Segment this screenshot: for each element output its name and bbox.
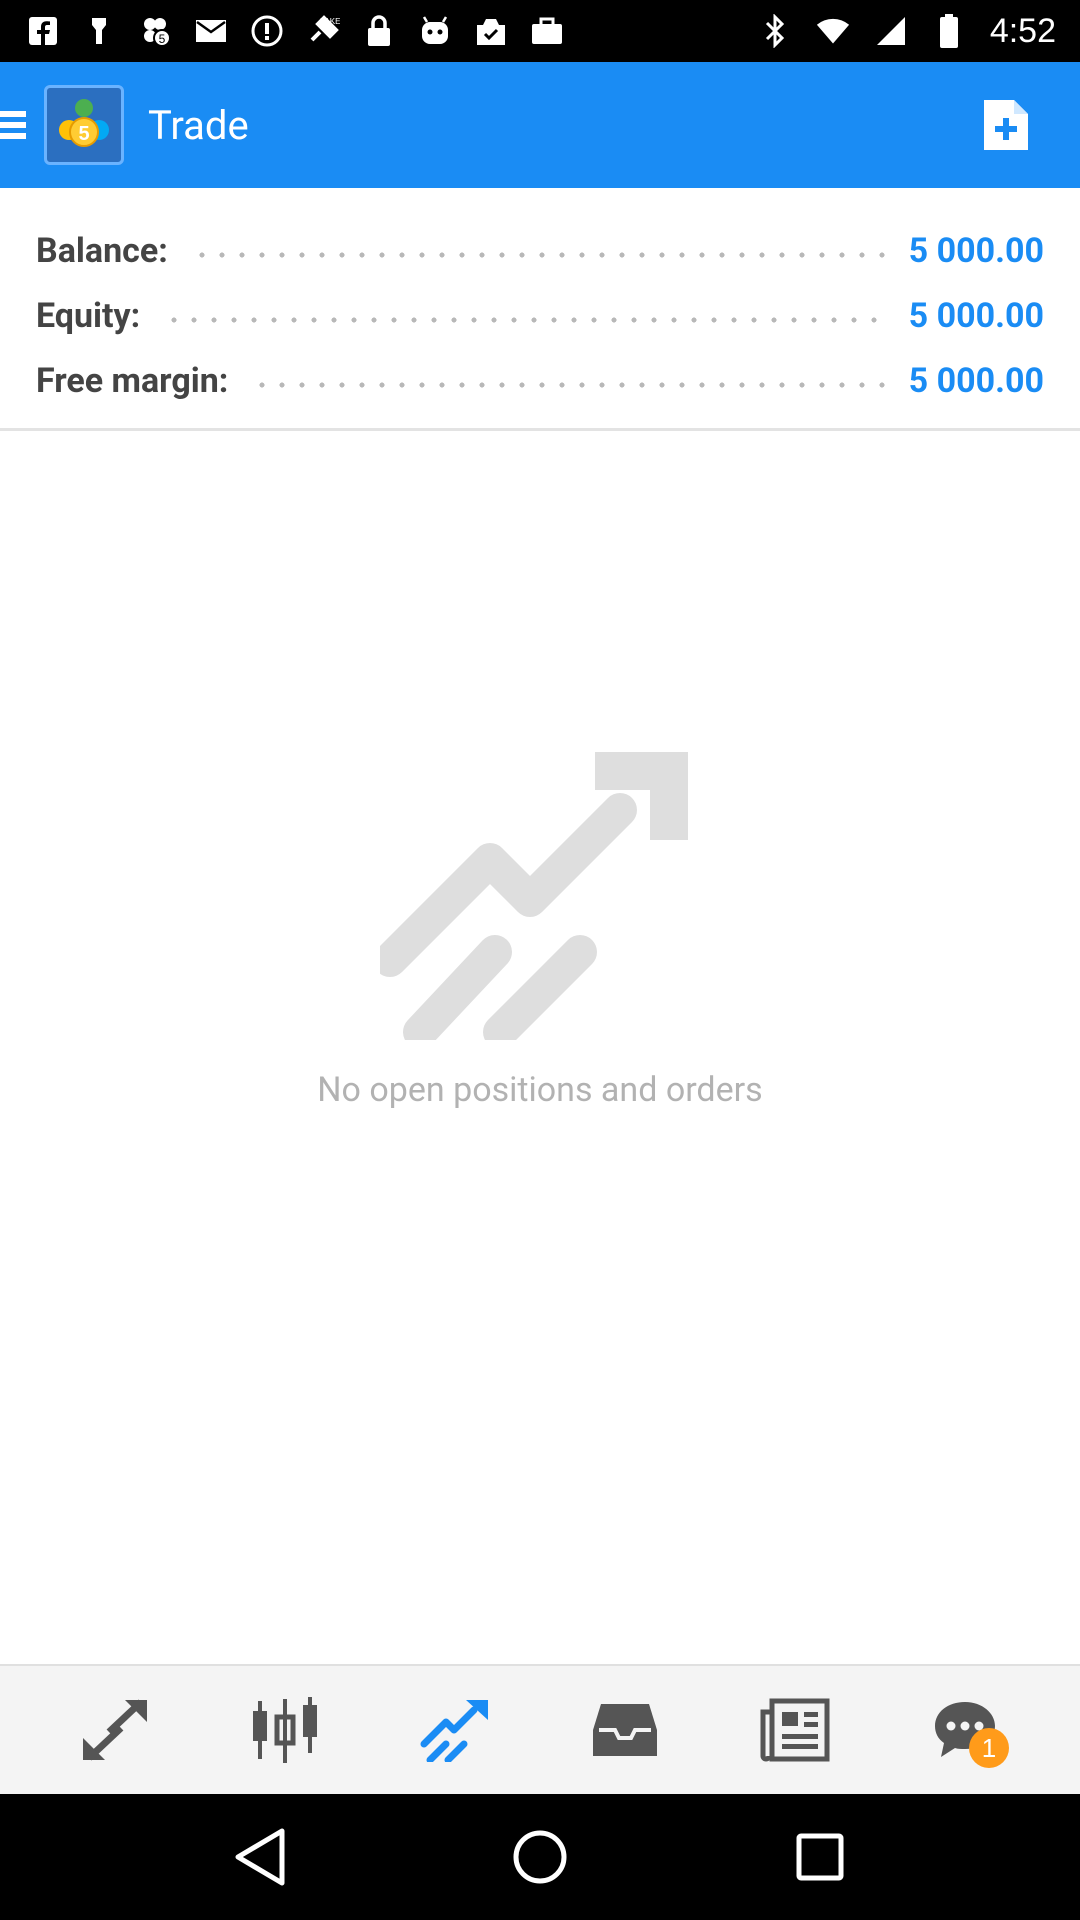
- bluetooth-icon: [758, 14, 792, 48]
- nav-charts[interactable]: [235, 1680, 335, 1780]
- inbox-icon: [593, 1704, 657, 1756]
- dotted-leader: [191, 250, 885, 259]
- app-logo[interactable]: 5: [44, 85, 124, 165]
- clock: 4:52: [989, 11, 1056, 50]
- signal-icon: [874, 14, 908, 48]
- bottom-navigation: 1: [0, 1664, 1080, 1794]
- svg-text:5: 5: [159, 32, 166, 46]
- svg-text:FAKE: FAKE: [320, 17, 340, 26]
- newspaper-icon: [760, 1698, 830, 1762]
- new-order-button[interactable]: [974, 93, 1038, 157]
- home-icon: [513, 1830, 567, 1884]
- home-button[interactable]: [500, 1817, 580, 1897]
- fake-gps-icon: FAKE: [306, 14, 340, 48]
- trend-up-icon: [420, 1700, 488, 1762]
- equity-row: Equity: 5 000.00: [0, 283, 1080, 348]
- unread-badge: 1: [969, 1728, 1009, 1768]
- dotted-leader: [252, 380, 885, 389]
- balance-value: 5 000.00: [908, 230, 1044, 271]
- equity-label: Equity:: [36, 295, 141, 336]
- account-summary: Balance: 5 000.00 Equity: 5 000.00 Free …: [0, 188, 1080, 431]
- nav-messages[interactable]: 1: [915, 1680, 1015, 1780]
- nav-history[interactable]: [575, 1680, 675, 1780]
- free-margin-label: Free margin:: [36, 360, 229, 401]
- notification-icons: 5 FAKE: [0, 14, 564, 48]
- briefcase-icon: [530, 14, 564, 48]
- quotes-arrows-icon: [83, 1699, 147, 1761]
- flashlight-icon: [82, 14, 116, 48]
- svg-text:5: 5: [78, 123, 89, 145]
- nav-trade[interactable]: [405, 1680, 505, 1780]
- system-status-icons: 4:52: [758, 12, 1080, 51]
- nav-quotes[interactable]: [65, 1680, 165, 1780]
- candlestick-icon: [253, 1697, 317, 1763]
- lock-icon: [362, 14, 396, 48]
- app-bar: 5 Trade: [0, 62, 1080, 188]
- email-icon: [194, 14, 228, 48]
- dotted-leader: [164, 315, 885, 324]
- page-title: Trade: [148, 101, 249, 149]
- recents-icon: [796, 1833, 844, 1881]
- balance-label: Balance:: [36, 230, 168, 271]
- system-navigation-bar: [0, 1794, 1080, 1920]
- empty-state-message: No open positions and orders: [317, 1070, 763, 1110]
- facebook-icon: [26, 14, 60, 48]
- android-icon: [418, 14, 452, 48]
- wifi-icon: [816, 14, 850, 48]
- back-button[interactable]: [220, 1817, 300, 1897]
- new-document-icon: [984, 100, 1028, 150]
- balance-row: Balance: 5 000.00: [0, 218, 1080, 283]
- trend-up-icon: [373, 740, 700, 1049]
- free-margin-value: 5 000.00: [908, 360, 1044, 401]
- back-icon: [235, 1828, 285, 1886]
- status-bar: 5 FAKE 4:52: [0, 0, 1080, 62]
- recents-button[interactable]: [780, 1817, 860, 1897]
- nav-news[interactable]: [745, 1680, 845, 1780]
- app-icon: 5: [138, 14, 172, 48]
- equity-value: 5 000.00: [908, 295, 1044, 336]
- free-margin-row: Free margin: 5 000.00: [0, 348, 1080, 413]
- alert-icon: [250, 14, 284, 48]
- menu-icon[interactable]: [0, 105, 28, 145]
- checklist-icon: [474, 14, 508, 48]
- battery-icon: [932, 14, 966, 48]
